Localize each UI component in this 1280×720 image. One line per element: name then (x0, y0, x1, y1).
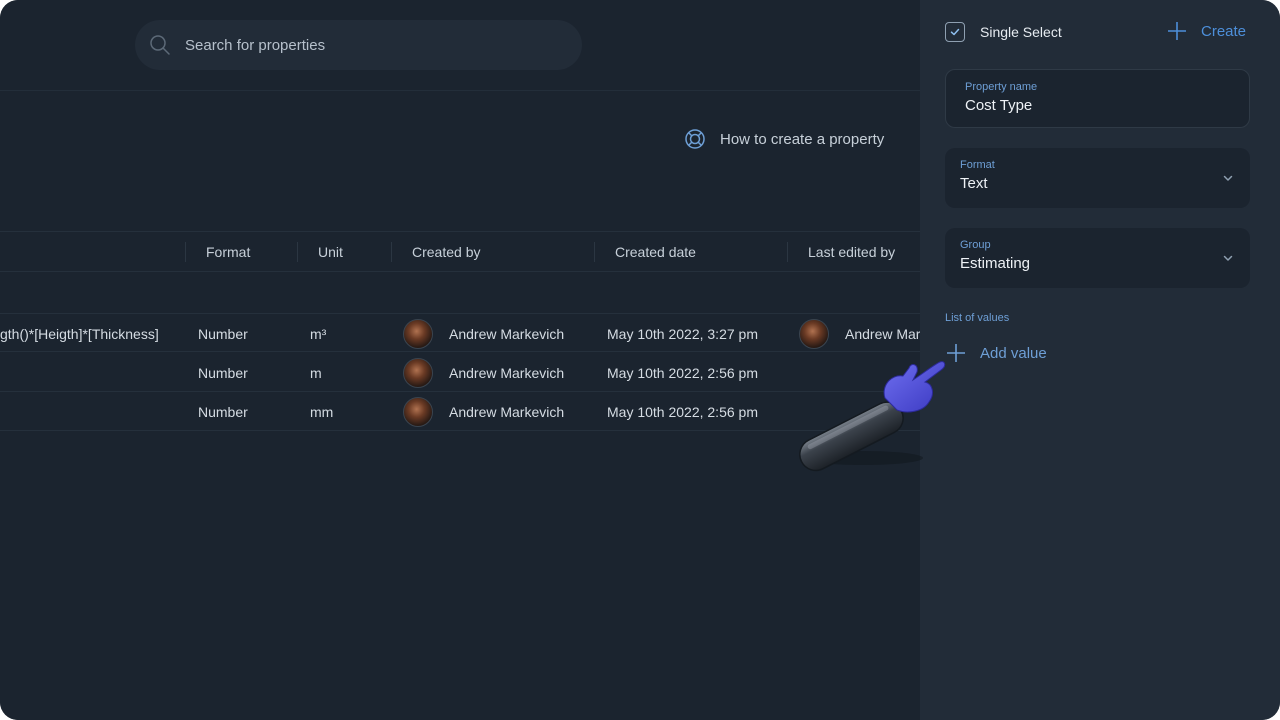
created-by-avatar (403, 314, 433, 353)
header-divider (0, 90, 920, 91)
search-input[interactable] (185, 36, 545, 54)
chevron-down-icon (1223, 255, 1233, 261)
main-area: How to create a property Format Unit Cre… (0, 0, 920, 720)
avatar (799, 318, 829, 349)
table-header: Format Unit Created by Created date Last… (0, 231, 920, 272)
add-value-label: Add value (980, 344, 1047, 362)
plus-icon (1166, 20, 1188, 42)
chevron-down-icon (1223, 175, 1233, 181)
how-to-create-property-label: How to create a property (720, 130, 885, 148)
pointing-hand-icon (799, 361, 946, 472)
format-select[interactable]: Format Text (945, 148, 1250, 208)
app-frame: How to create a property Format Unit Cre… (0, 0, 1280, 720)
format-cell: Number (198, 364, 248, 381)
property-name-input[interactable] (965, 97, 1234, 114)
format-cell: Number (198, 403, 248, 420)
table-row[interactable]: Number mm Andrew Markevich May 10th 2022… (0, 392, 920, 431)
property-name-field[interactable]: Property name (945, 69, 1250, 128)
group-select[interactable]: Group Estimating (945, 228, 1250, 288)
column-header-last-edited-by[interactable]: Last edited by (808, 232, 895, 271)
unit-cell: m³ (310, 325, 327, 342)
last-edited-avatar (799, 314, 829, 353)
single-select-toggle[interactable]: Single Select (945, 22, 1062, 42)
unit-cell: m (310, 364, 322, 381)
avatar (403, 357, 433, 388)
single-select-checkbox[interactable] (945, 22, 965, 42)
list-of-values-label: List of values (945, 312, 1010, 324)
search-icon (149, 34, 171, 56)
property-side-panel: Single Select Create Property name Forma… (920, 0, 1280, 720)
column-header-format[interactable]: Format (206, 232, 250, 271)
column-header-created-date[interactable]: Created date (615, 232, 696, 271)
last-edited-by-cell: Andrew Mar (845, 325, 920, 342)
property-name-label: Property name (965, 81, 1038, 93)
created-by-avatar (403, 392, 433, 431)
check-icon (950, 28, 960, 36)
create-button[interactable]: Create (1166, 20, 1246, 42)
column-separator (594, 242, 595, 262)
created-date-cell: May 10th 2022, 3:27 pm (607, 325, 758, 342)
search-bar[interactable] (135, 20, 582, 70)
create-label: Create (1201, 22, 1247, 40)
created-by-cell: Andrew Markevich (449, 403, 565, 420)
group-label: Group (960, 239, 991, 251)
column-header-created-by[interactable]: Created by (412, 232, 480, 271)
column-separator (297, 242, 298, 262)
column-separator (185, 242, 186, 262)
created-date-cell: May 10th 2022, 2:56 pm (607, 364, 758, 381)
format-value: Text (960, 175, 988, 192)
unit-cell: mm (310, 403, 334, 420)
table-row[interactable]: Number m Andrew Markevich May 10th 2022,… (0, 353, 920, 392)
group-value: Estimating (960, 255, 1031, 272)
avatar (403, 318, 433, 349)
format-cell: Number (198, 325, 248, 342)
lifebuoy-icon (684, 128, 706, 150)
avatar (403, 396, 433, 427)
created-by-avatar (403, 353, 433, 392)
single-select-label: Single Select (980, 24, 1062, 40)
created-by-cell: Andrew Markevich (449, 364, 565, 381)
format-label: Format (960, 159, 995, 171)
column-header-unit[interactable]: Unit (318, 232, 343, 271)
created-by-cell: Andrew Markevich (449, 325, 565, 342)
column-separator (787, 242, 788, 262)
add-value-button[interactable]: Add value (945, 342, 1047, 364)
formula-cell: gth()*[Heigth]*[Thickness] (0, 325, 159, 342)
created-date-cell: May 10th 2022, 2:56 pm (607, 403, 758, 420)
table-row[interactable]: gth()*[Heigth]*[Thickness] Number m³ And… (0, 313, 920, 352)
how-to-create-property-link[interactable]: How to create a property (684, 128, 884, 150)
column-separator (391, 242, 392, 262)
